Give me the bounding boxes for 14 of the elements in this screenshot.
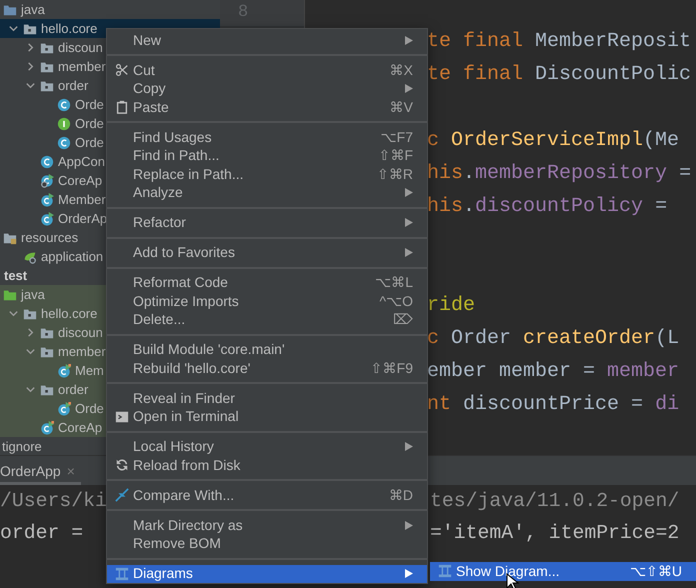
console-text: ='itemA', itemPrice=2 [430, 521, 680, 546]
console-text: tes/java/11.0.2-open/ [430, 489, 680, 514]
code-line: nt discountPrice = di [427, 392, 680, 418]
code-line: ember member = member [427, 359, 680, 385]
console-text: /Users/ki [0, 490, 107, 512]
tree-section-label: test [4, 266, 28, 285]
code-line: te final DiscountPolic [427, 62, 692, 88]
code-line: c OrderServiceImpl(Me [427, 128, 680, 154]
code-line: his.memberRepository = [427, 161, 692, 187]
code-line: his.discountPolicy = [427, 194, 668, 220]
code-line: ride [427, 293, 476, 319]
console-text: order = [0, 522, 84, 544]
code-line: c Order createOrder(L [427, 326, 680, 352]
code-line: te final MemberReposit [427, 29, 692, 55]
